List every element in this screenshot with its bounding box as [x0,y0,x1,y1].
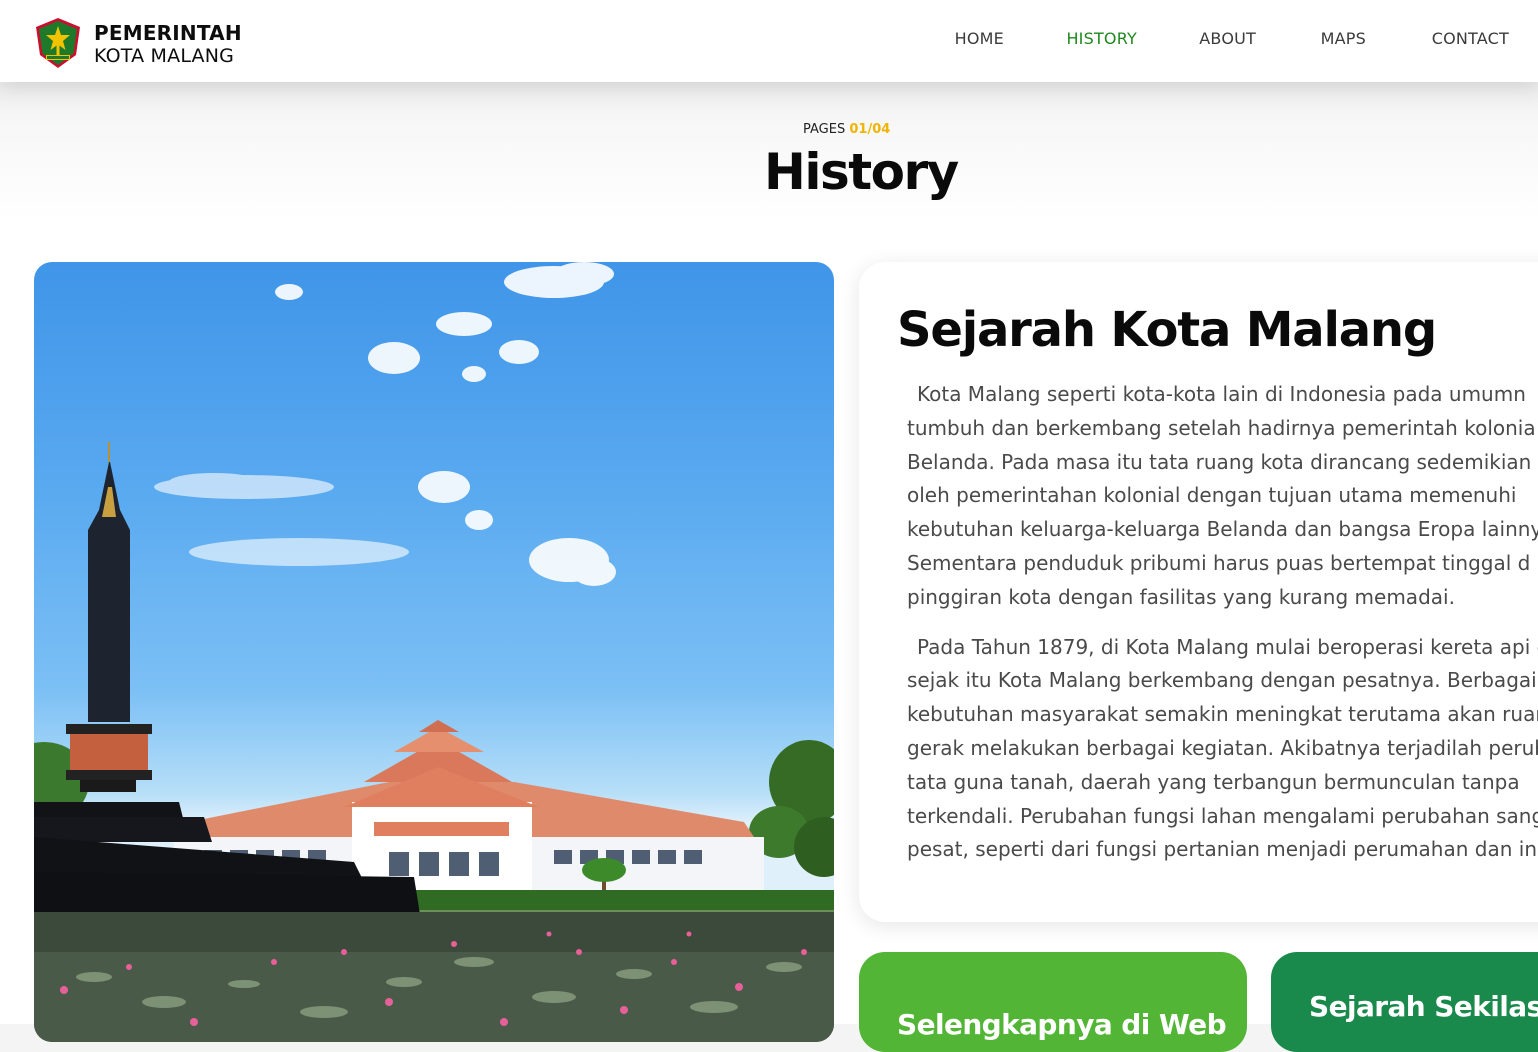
article-title: Sejarah Kota Malang [897,302,1437,358]
page-title: History [764,143,959,201]
nav-home[interactable]: HOME [955,29,1004,48]
brief-history-title: Sejarah Sekilas! [1309,990,1538,1023]
brand-line-1: PEMERINTAH [94,21,242,45]
article-line: terkendali. Perubahan fungsi lahan menga… [907,803,1538,828]
site-header: PEMERINTAH KOTA MALANG HOME HISTORY ABOU… [0,0,1538,82]
article-line: Sementara penduduk pribumi harus puas be… [907,550,1531,575]
article-line: kebutuhan masyarakat semakin meningkat t… [907,702,1538,727]
pages-number: 01/04 [849,122,891,137]
read-more-web-title: Selengkapnya di Web [897,1008,1227,1041]
nav-maps[interactable]: MAPS [1321,29,1366,48]
article-line: Pada Tahun 1879, di Kota Malang mulai be… [917,634,1538,659]
brief-history-card[interactable]: Sejarah Sekilas! [1271,952,1538,1052]
read-more-web-card[interactable]: Selengkapnya di Web [859,952,1247,1052]
nav-about[interactable]: ABOUT [1199,29,1256,48]
article-card: Sejarah Kota Malang Kota Malang seperti … [859,262,1538,922]
pages-indicator: PAGES 01/04 [803,122,890,137]
article-line: tata guna tanah, daerah yang terbangun b… [907,769,1520,794]
nav-history[interactable]: HISTORY [1066,29,1137,48]
article-line: Belanda. Pada masa itu tata ruang kota d… [907,449,1532,474]
article-line: gerak melakukan berbagai kegiatan. Akiba… [907,735,1538,760]
tugu-malang-city-hall-photo [34,262,834,1042]
article-line: oleh pemerintahan kolonial dengan tujuan… [907,483,1517,508]
article-line: tumbuh dan berkembang setelah hadirnya p… [907,415,1536,440]
brand-line-2: KOTA MALANG [94,45,235,67]
article-line: Kota Malang seperti kota-kota lain di In… [917,382,1526,406]
article-line: kebutuhan keluarga-keluarga Belanda dan … [907,517,1538,542]
brand-name[interactable]: PEMERINTAH KOTA MALANG [94,22,242,68]
pages-prefix: PAGES [803,122,850,137]
nav-contact[interactable]: CONTACT [1432,29,1509,48]
article-line: pesat, seperti dari fungsi pertanian men… [907,837,1537,862]
kota-malang-emblem-icon[interactable] [34,17,82,69]
article-paragraph: Kota Malang seperti kota-kota lain di In… [897,378,1538,615]
article-line: sejak itu Kota Malang berkembang dengan … [907,668,1537,693]
article-paragraph: Pada Tahun 1879, di Kota Malang mulai be… [897,631,1538,868]
article-body: Kota Malang seperti kota-kota lain di In… [897,378,1538,883]
article-line: pinggiran kota dengan fasilitas yang kur… [907,584,1455,609]
